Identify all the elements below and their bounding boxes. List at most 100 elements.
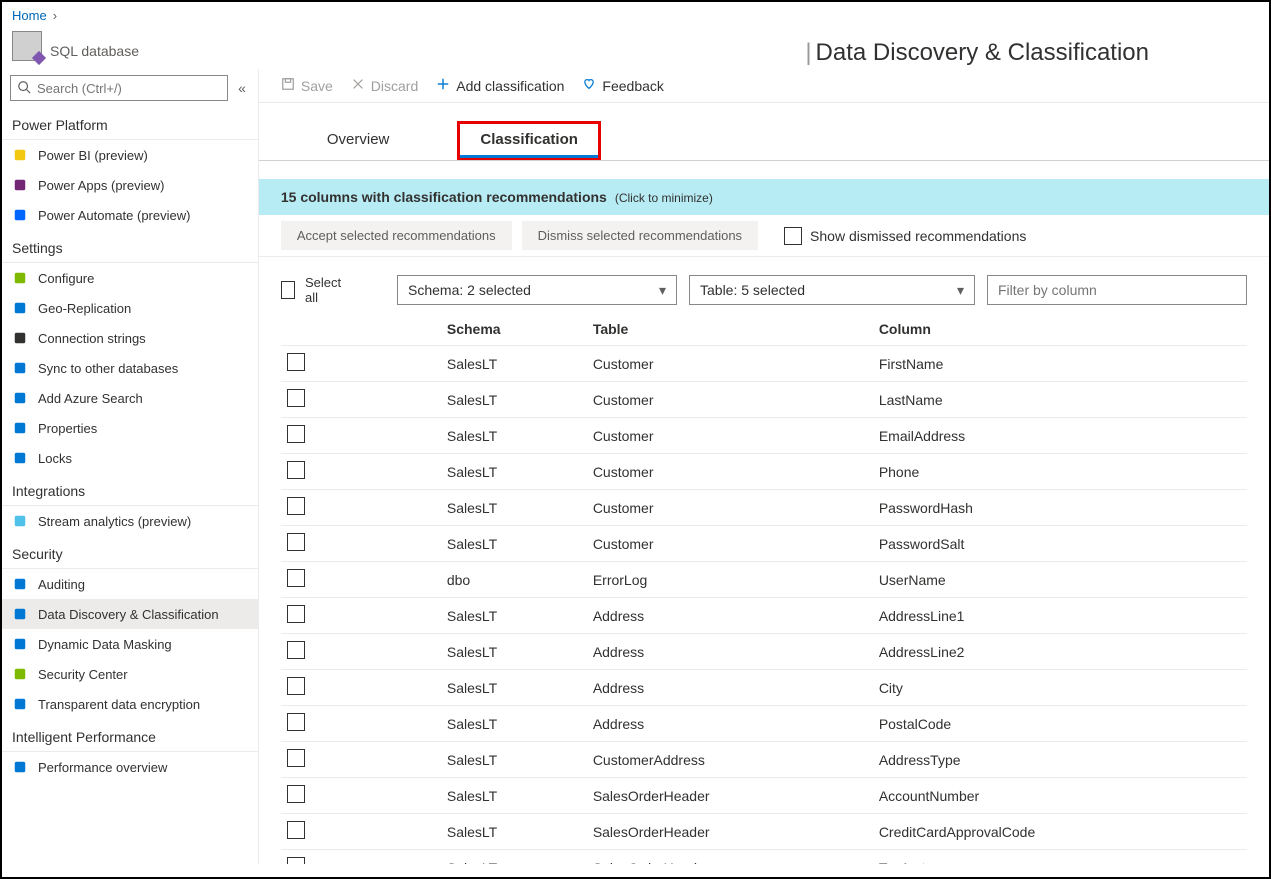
sidebar-item-label: Locks (38, 451, 72, 466)
accept-recommendations-button[interactable]: Accept selected recommendations (281, 221, 512, 250)
sidebar-item-power-bi[interactable]: Power BI (preview) (2, 140, 258, 170)
cell-table: Customer (587, 526, 873, 562)
feedback-button[interactable]: Feedback (582, 77, 663, 94)
row-checkbox[interactable] (287, 677, 305, 695)
tab-classification[interactable]: Classification (457, 121, 601, 160)
sidebar-item-power-automate[interactable]: Power Automate (preview) (2, 200, 258, 230)
row-checkbox[interactable] (287, 497, 305, 515)
tab-overview[interactable]: Overview (319, 121, 398, 160)
nav-icon (12, 636, 28, 652)
sidebar-item-connection-strings[interactable]: Connection strings (2, 323, 258, 353)
cell-schema: SalesLT (441, 850, 587, 865)
cell-table: SalesOrderHeader (587, 814, 873, 850)
cell-table: Customer (587, 454, 873, 490)
table-row: dboErrorLogUserName (281, 562, 1247, 598)
sidebar-section-title: Settings (2, 230, 258, 263)
row-checkbox[interactable] (287, 353, 305, 371)
cell-column: TaxAmt (873, 850, 1247, 865)
search-input[interactable] (37, 81, 221, 96)
sidebar-item-label: Add Azure Search (38, 391, 143, 406)
recommendations-table: Schema Table Column SalesLTCustomerFirst… (281, 313, 1247, 864)
cell-column: LastName (873, 382, 1247, 418)
row-checkbox[interactable] (287, 389, 305, 407)
schema-filter-dropdown[interactable]: Schema: 2 selected ▾ (397, 275, 677, 305)
row-checkbox[interactable] (287, 569, 305, 587)
sidebar-item-tde[interactable]: Transparent data encryption (2, 689, 258, 719)
sidebar-item-auditing[interactable]: Auditing (2, 569, 258, 599)
sidebar-section-title: Power Platform (2, 107, 258, 140)
cell-column: EmailAddress (873, 418, 1247, 454)
chevron-down-icon: ▾ (659, 282, 666, 299)
dismiss-recommendations-button[interactable]: Dismiss selected recommendations (522, 221, 758, 250)
row-checkbox[interactable] (287, 533, 305, 551)
sidebar-item-data-discovery[interactable]: Data Discovery & Classification (2, 599, 258, 629)
cell-schema: SalesLT (441, 346, 587, 382)
table-row: SalesLTSalesOrderHeaderAccountNumber (281, 778, 1247, 814)
row-checkbox[interactable] (287, 641, 305, 659)
search-input-wrapper[interactable] (10, 75, 228, 101)
nav-icon (12, 759, 28, 775)
cell-column: FirstName (873, 346, 1247, 382)
column-filter-input[interactable] (987, 275, 1247, 305)
nav-icon (12, 300, 28, 316)
nav-icon (12, 270, 28, 286)
row-checkbox[interactable] (287, 605, 305, 623)
row-checkbox[interactable] (287, 821, 305, 839)
command-bar: Save Discard Add classification Feedback (259, 69, 1269, 103)
row-checkbox[interactable] (287, 785, 305, 803)
sidebar-item-geo-replication[interactable]: Geo-Replication (2, 293, 258, 323)
sidebar-item-label: Sync to other databases (38, 361, 178, 376)
select-all-toggle[interactable]: Select all (281, 275, 345, 305)
sidebar-item-label: Power Apps (preview) (38, 178, 164, 193)
sidebar-item-label: Dynamic Data Masking (38, 637, 172, 652)
sidebar-item-configure[interactable]: Configure (2, 263, 258, 293)
row-checkbox[interactable] (287, 749, 305, 767)
table-row: SalesLTSalesOrderHeaderTaxAmt (281, 850, 1247, 865)
col-header-table[interactable]: Table (587, 313, 873, 346)
nav-icon (12, 666, 28, 682)
col-header-column[interactable]: Column (873, 313, 1247, 346)
sidebar-item-locks[interactable]: Locks (2, 443, 258, 473)
nav-icon (12, 696, 28, 712)
nav-icon (12, 420, 28, 436)
row-checkbox[interactable] (287, 425, 305, 443)
nav-icon (12, 450, 28, 466)
cell-column: AddressType (873, 742, 1247, 778)
sidebar-item-label: Connection strings (38, 331, 146, 346)
sidebar-item-add-azure-search[interactable]: Add Azure Search (2, 383, 258, 413)
sidebar-item-security-center[interactable]: Security Center (2, 659, 258, 689)
cell-schema: dbo (441, 562, 587, 598)
col-header-schema[interactable]: Schema (441, 313, 587, 346)
sidebar-item-power-apps[interactable]: Power Apps (preview) (2, 170, 258, 200)
select-all-checkbox[interactable] (281, 281, 295, 299)
breadcrumb-home[interactable]: Home (12, 8, 47, 23)
show-dismissed-toggle[interactable]: Show dismissed recommendations (784, 227, 1026, 245)
row-checkbox[interactable] (287, 461, 305, 479)
cell-column: UserName (873, 562, 1247, 598)
table-row: SalesLTCustomerFirstName (281, 346, 1247, 382)
nav-icon (12, 576, 28, 592)
table-row: SalesLTAddressAddressLine1 (281, 598, 1247, 634)
row-checkbox[interactable] (287, 713, 305, 731)
table-row: SalesLTCustomerPasswordHash (281, 490, 1247, 526)
save-button[interactable]: Save (281, 77, 333, 94)
discard-button[interactable]: Discard (351, 77, 418, 94)
sidebar-item-dynamic-masking[interactable]: Dynamic Data Masking (2, 629, 258, 659)
search-icon (17, 80, 31, 97)
cell-schema: SalesLT (441, 814, 587, 850)
sidebar-item-stream-analytics[interactable]: Stream analytics (preview) (2, 506, 258, 536)
cell-table: CustomerAddress (587, 742, 873, 778)
recommendations-banner[interactable]: 15 columns with classification recommend… (259, 179, 1269, 215)
sidebar-item-sync-db[interactable]: Sync to other databases (2, 353, 258, 383)
sidebar-item-perf-overview[interactable]: Performance overview (2, 752, 258, 782)
row-checkbox[interactable] (287, 857, 305, 864)
add-classification-button[interactable]: Add classification (436, 77, 564, 94)
table-row: SalesLTSalesOrderHeaderCreditCardApprova… (281, 814, 1247, 850)
sidebar-item-properties[interactable]: Properties (2, 413, 258, 443)
sidebar-item-label: Performance overview (38, 760, 167, 775)
show-dismissed-checkbox[interactable] (784, 227, 802, 245)
table-filter-dropdown[interactable]: Table: 5 selected ▾ (689, 275, 975, 305)
sidebar-section-title: Security (2, 536, 258, 569)
collapse-sidebar-button[interactable]: « (234, 76, 250, 100)
cell-schema: SalesLT (441, 526, 587, 562)
